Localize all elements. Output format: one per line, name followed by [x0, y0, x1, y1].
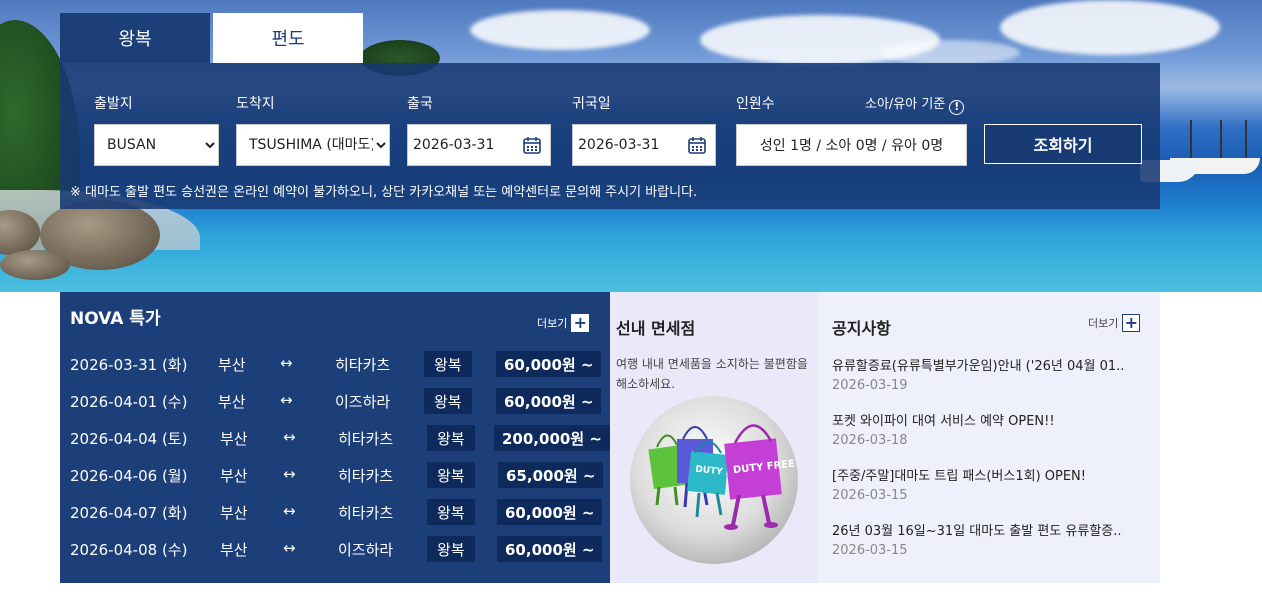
deal-origin: 부산	[218, 393, 246, 411]
deal-date: 2026-03-31 (화)	[70, 356, 188, 374]
notice-item[interactable]: 포켓 와이파이 대여 서비스 예약 OPEN!! 2026-03-18	[832, 410, 1152, 448]
deal-origin: 부산	[220, 541, 248, 559]
dutyfree-panel[interactable]: 선내 면세점 여행 내내 면세품을 소지하는 불편함을 해소하세요. DUTY …	[610, 292, 818, 583]
deal-row[interactable]: 2026-04-01 (수) 부산 ↔ 이즈하라 왕복 60,000원 ~	[60, 386, 610, 416]
search-panel: 출발지 도착지 출국 귀국일 인원수 소아/유아 기준! BUSAN TSUSH…	[60, 63, 1160, 209]
notices-title: 공지사항	[832, 319, 891, 338]
deal-price[interactable]: 60,000원 ~	[497, 499, 603, 525]
tab-round-trip[interactable]: 왕복	[60, 13, 210, 63]
deal-origin: 부산	[220, 504, 248, 522]
deals-title: NOVA 특가	[70, 309, 161, 329]
deals-more-button[interactable]: 더보기 +	[537, 314, 590, 332]
outbound-date-field[interactable]: 2026-03-31	[407, 124, 551, 166]
notice-date: 2026-03-15	[832, 543, 908, 558]
swap-arrow-icon: ↔	[283, 428, 296, 446]
notice-date: 2026-03-19	[832, 378, 908, 393]
dutyfree-bags-illustration[interactable]: DUTY FREE DUTY FREE	[629, 395, 799, 565]
deal-destination: 히타카츠	[335, 356, 391, 374]
outbound-date-value: 2026-03-31	[413, 137, 495, 153]
deal-origin: 부산	[218, 356, 246, 374]
return-label: 귀국일	[572, 96, 611, 112]
pax-label: 인원수	[736, 96, 775, 112]
deal-row[interactable]: 2026-03-31 (화) 부산 ↔ 히타카츠 왕복 60,000원 ~	[60, 349, 610, 379]
notices-more-button[interactable]: 더보기 +	[1088, 314, 1141, 332]
deal-trip-type: 왕복	[424, 388, 472, 414]
return-date-value: 2026-03-31	[578, 137, 660, 153]
return-date-field[interactable]: 2026-03-31	[572, 124, 716, 166]
deal-price[interactable]: 60,000원 ~	[496, 351, 602, 377]
departure-label: 출발지	[94, 96, 133, 112]
deal-row[interactable]: 2026-04-07 (화) 부산 ↔ 히타카츠 왕복 60,000원 ~	[60, 497, 610, 527]
deal-destination: 히타카츠	[338, 504, 394, 522]
deal-date: 2026-04-07 (화)	[70, 504, 188, 522]
passenger-count-value: 성인 1명 / 소아 0명 / 유아 0명	[759, 138, 944, 154]
deal-price[interactable]: 60,000원 ~	[497, 536, 603, 562]
deal-origin: 부산	[220, 430, 248, 448]
notice-title[interactable]: 유류할증료(유류특별부가운임)안내 ('26년 04월 01..	[832, 355, 1152, 374]
swap-arrow-icon: ↔	[280, 391, 293, 409]
plus-icon[interactable]: +	[571, 314, 590, 332]
plus-icon[interactable]: +	[1122, 314, 1141, 332]
calendar-icon[interactable]	[687, 135, 707, 155]
arrival-select-control[interactable]: TSUSHIMA (대마도)	[245, 125, 389, 165]
passenger-count-field[interactable]: 성인 1명 / 소아 0명 / 유아 0명	[736, 124, 967, 166]
notice-date: 2026-03-15	[832, 488, 908, 503]
cloud-shape	[880, 40, 1020, 65]
swap-arrow-icon: ↔	[283, 539, 296, 557]
notice-title[interactable]: [주중/주말]대마도 트립 패스(버스1회) OPEN!	[832, 465, 1152, 484]
deal-date: 2026-04-01 (수)	[70, 393, 188, 411]
deal-trip-type: 왕복	[427, 536, 475, 562]
swap-arrow-icon: ↔	[283, 502, 296, 520]
booking-notice: ※ 대마도 출발 편도 승선권은 온라인 예약이 불가하오니, 상단 카카오채널…	[70, 185, 698, 200]
search-button[interactable]: 조회하기	[984, 124, 1142, 164]
dutyfree-title: 선내 면세점	[616, 319, 696, 338]
notices-panel: 공지사항 더보기 + 유류할증료(유류특별부가운임)안내 ('26년 04월 0…	[818, 292, 1160, 583]
departure-select[interactable]: BUSAN	[94, 124, 219, 166]
arrival-select[interactable]: TSUSHIMA (대마도)	[236, 124, 390, 166]
deal-price[interactable]: 60,000원 ~	[496, 388, 602, 414]
departure-select-control[interactable]: BUSAN	[103, 125, 218, 165]
deals-more-label: 더보기	[537, 317, 568, 330]
deal-trip-type: 왕복	[424, 351, 472, 377]
deal-date: 2026-04-04 (토)	[70, 430, 188, 448]
info-icon[interactable]: !	[949, 100, 965, 115]
deal-date: 2026-04-06 (월)	[70, 467, 188, 485]
cloud-shape	[1000, 0, 1220, 55]
rock-shape	[0, 250, 70, 280]
deal-trip-type: 왕복	[427, 499, 475, 525]
deal-price[interactable]: 200,000원 ~	[494, 425, 610, 451]
deal-destination: 히타카츠	[338, 430, 394, 448]
notice-date: 2026-03-18	[832, 433, 908, 448]
deal-row[interactable]: 2026-04-04 (토) 부산 ↔ 히타카츠 왕복 200,000원 ~	[60, 423, 610, 453]
deal-row[interactable]: 2026-04-08 (수) 부산 ↔ 이즈하라 왕복 60,000원 ~	[60, 534, 610, 564]
outbound-label: 출국	[407, 96, 433, 112]
tab-one-way[interactable]: 편도	[213, 13, 363, 63]
swap-arrow-icon: ↔	[283, 465, 296, 483]
calendar-icon[interactable]	[522, 135, 542, 155]
deal-row[interactable]: 2026-04-06 (월) 부산 ↔ 히타카츠 왕복 65,000원 ~	[60, 460, 610, 490]
deal-date: 2026-04-08 (수)	[70, 541, 188, 559]
notices-more-label: 더보기	[1088, 317, 1119, 330]
deal-price[interactable]: 65,000원 ~	[498, 462, 604, 488]
deal-destination: 이즈하라	[335, 393, 391, 411]
deal-trip-type: 왕복	[427, 425, 475, 451]
nova-deals-panel: NOVA 특가 더보기 + 2026-03-31 (화) 부산 ↔ 히타카츠 왕…	[60, 292, 610, 583]
notice-title[interactable]: 포켓 와이파이 대여 서비스 예약 OPEN!!	[832, 410, 1152, 429]
notice-item[interactable]: 26년 03월 16일~31일 대마도 출발 편도 유류할증.. 2026-03…	[832, 520, 1152, 558]
deal-destination: 히타카츠	[338, 467, 394, 485]
swap-arrow-icon: ↔	[280, 354, 293, 372]
dutyfree-description: 여행 내내 면세품을 소지하는 불편함을 해소하세요.	[616, 357, 808, 391]
notice-title[interactable]: 26년 03월 16일~31일 대마도 출발 편도 유류할증..	[832, 520, 1152, 539]
deal-destination: 이즈하라	[338, 541, 394, 559]
infant-criteria[interactable]: 소아/유아 기준!	[865, 93, 965, 115]
arrival-label: 도착지	[236, 96, 275, 112]
notice-item[interactable]: [주중/주말]대마도 트립 패스(버스1회) OPEN! 2026-03-15	[832, 465, 1152, 503]
deal-trip-type: 왕복	[427, 462, 475, 488]
deal-origin: 부산	[220, 467, 248, 485]
cloud-shape	[470, 10, 650, 50]
notice-item[interactable]: 유류할증료(유류특별부가운임)안내 ('26년 04월 01.. 2026-03…	[832, 355, 1152, 393]
infant-criteria-label: 소아/유아 기준	[865, 97, 946, 112]
